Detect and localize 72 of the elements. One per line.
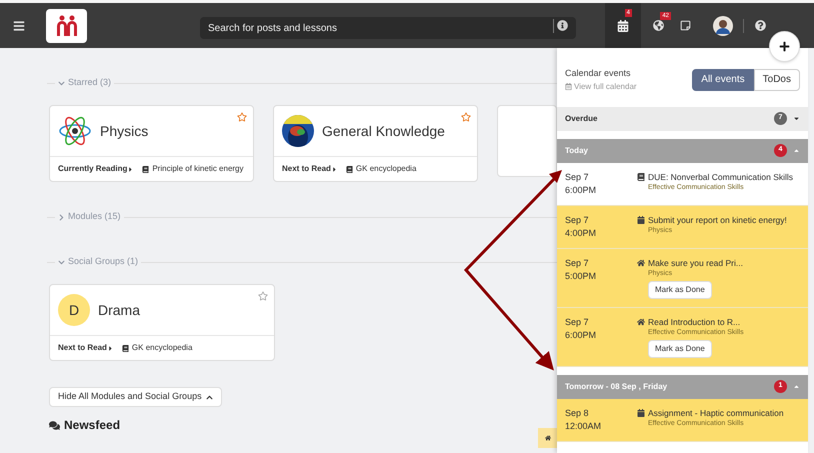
panel-title: Calendar events	[565, 67, 632, 80]
event-date: Sep 7	[565, 256, 590, 270]
event-title[interactable]: Assignment - Haptic communication	[648, 406, 784, 418]
caret-icon	[793, 147, 800, 154]
filter-tab[interactable]: All events	[692, 68, 754, 91]
event-date: Sep 7	[565, 214, 590, 226]
event-time: 6:00PM	[565, 328, 598, 342]
event-date: Sep 8	[565, 406, 590, 420]
comments-icon	[49, 420, 60, 430]
book-icon	[142, 166, 150, 172]
chevron-icon	[58, 214, 65, 220]
caret-icon	[127, 166, 134, 172]
event-title[interactable]: DUE: Nonverbal Communication Skills	[648, 170, 794, 182]
filter-tab[interactable]: ToDos	[754, 68, 800, 91]
info-icon[interactable]	[557, 20, 568, 30]
event-type-icon	[637, 408, 645, 416]
event-date: Sep 7	[565, 170, 590, 184]
calendar-icon	[565, 83, 572, 90]
reading-status: Next to Read	[282, 163, 331, 175]
card-title: Physics	[100, 122, 148, 141]
reading-item[interactable]: GK encyclopedia	[132, 342, 192, 354]
calendar-icon	[617, 20, 629, 32]
atom-icon	[58, 114, 92, 148]
search-field[interactable]: Search for posts and lessons	[200, 17, 576, 39]
event-time: 4:00PM	[565, 226, 598, 240]
course-card[interactable]: Physics Currently Reading Principle of kinetic energy	[49, 105, 254, 182]
event-time: 6:00PM	[565, 184, 598, 196]
star-icon[interactable]	[258, 291, 268, 301]
chevron-icon	[206, 394, 213, 400]
book-icon	[122, 344, 129, 352]
plus-icon	[779, 41, 790, 52]
add-button[interactable]	[769, 31, 800, 62]
note-icon[interactable]	[680, 20, 691, 31]
globe-icon	[652, 20, 664, 31]
event-time: 5:00PM	[565, 270, 598, 282]
logo-icon	[54, 14, 78, 36]
reading-item[interactable]: GK encyclopedia	[356, 163, 416, 175]
event-date: Sep 7	[565, 316, 590, 328]
chevron-icon	[58, 258, 65, 266]
help-icon[interactable]	[755, 20, 766, 31]
book-icon	[346, 166, 353, 172]
event-type-icon	[637, 172, 645, 180]
star-icon[interactable]	[461, 112, 471, 122]
caret-icon	[793, 383, 800, 390]
event-type-icon	[637, 318, 645, 326]
course-card[interactable]: General Knowledge Next to Read GK encyclopedia	[273, 105, 478, 182]
event-title[interactable]: Make sure you read Pri...	[648, 256, 743, 268]
caret-icon	[106, 344, 114, 352]
reading-status: Next to Read	[58, 342, 107, 354]
home-icon	[545, 435, 551, 441]
card-title: General Knowledge	[322, 122, 445, 141]
menu-icon[interactable]	[13, 20, 25, 32]
event-type-icon	[637, 258, 645, 266]
star-icon[interactable]	[237, 112, 247, 122]
newsfeed-heading: Newsfeed	[64, 417, 120, 434]
hide-all-button[interactable]: Hide All Modules and Social Groups	[49, 387, 222, 407]
reading-status: Currently Reading	[58, 163, 128, 175]
reading-item[interactable]: Principle of kinetic energy	[152, 163, 244, 175]
chevron-icon	[58, 80, 65, 86]
caret-icon	[793, 115, 800, 122]
event-type-icon	[637, 216, 645, 224]
mark-done-button[interactable]: Mark as Done	[648, 280, 712, 298]
event-time: 12:00AM	[565, 420, 602, 432]
event-title[interactable]: Read Introduction to R...	[648, 316, 740, 328]
avatar[interactable]	[713, 16, 733, 36]
event-title[interactable]: Submit your report on kinetic energy!	[648, 214, 787, 226]
caret-icon	[330, 166, 338, 172]
card-title: Drama	[98, 300, 140, 320]
logo[interactable]	[46, 8, 87, 42]
initial-avatar: D	[58, 294, 90, 326]
course-card[interactable]: D Drama Next to Read GK encyclopedia	[49, 284, 275, 361]
mark-done-button[interactable]: Mark as Done	[648, 340, 712, 358]
